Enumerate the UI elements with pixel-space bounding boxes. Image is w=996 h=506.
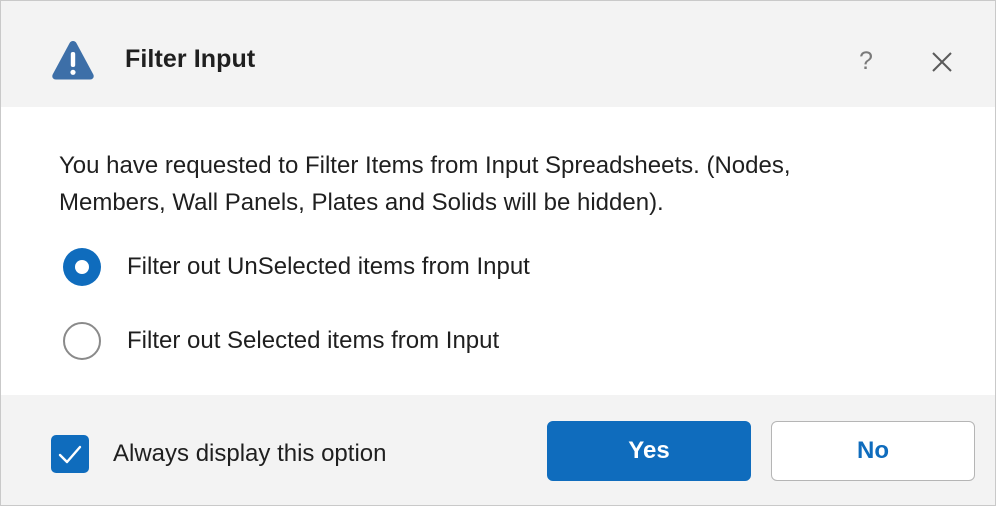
option-filter-selected[interactable]: Filter out Selected items from Input	[63, 321, 499, 361]
option-filter-unselected[interactable]: Filter out UnSelected items from Input	[63, 247, 530, 287]
help-icon: ?	[859, 47, 873, 75]
no-button[interactable]: No	[771, 421, 975, 481]
option-label: Filter out Selected items from Input	[127, 327, 500, 354]
close-button[interactable]	[925, 45, 959, 79]
radio-button-unchecked[interactable]	[63, 322, 101, 360]
message-line-1: You have requested to Filter Items from …	[59, 152, 791, 179]
dialog-titlebar: Filter Input ?	[1, 1, 995, 107]
always-display-checkbox[interactable]	[51, 435, 89, 473]
always-display-label: Always display this option	[113, 440, 387, 467]
filter-input-dialog: Filter Input ? You have requested to Fil…	[0, 0, 996, 506]
warning-triangle-icon	[52, 41, 94, 80]
close-icon	[932, 52, 952, 72]
checkmark-icon	[58, 445, 82, 464]
help-button[interactable]: ?	[851, 43, 881, 79]
dialog-footer: Always display this option Yes No	[1, 395, 995, 505]
message-line-2: Members, Wall Panels, Plates and Solids …	[59, 189, 664, 216]
yes-button[interactable]: Yes	[547, 421, 751, 481]
dialog-message: You have requested to Filter Items from …	[59, 147, 939, 221]
dialog-body: You have requested to Filter Items from …	[1, 107, 995, 395]
option-label: Filter out UnSelected items from Input	[127, 253, 530, 280]
always-display-option[interactable]: Always display this option	[51, 435, 386, 473]
radio-button-checked[interactable]	[63, 248, 101, 286]
dialog-title: Filter Input	[125, 45, 256, 73]
